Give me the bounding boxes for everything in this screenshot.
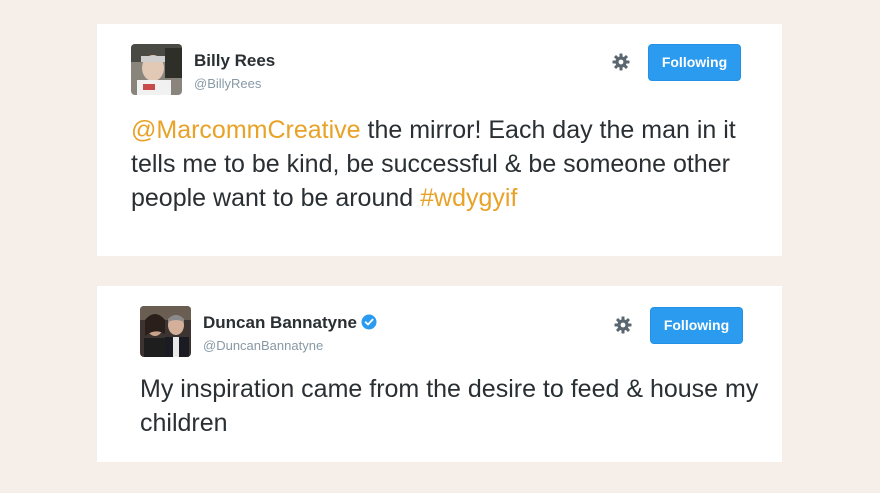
tweet-card: Duncan Bannatyne @DuncanBannatyne Follow…	[97, 286, 782, 462]
mention-link[interactable]: @MarcommCreative	[131, 116, 361, 144]
tweet-card: Billy Rees @BillyRees Following @Marcomm…	[97, 24, 782, 256]
user-display-name[interactable]: Billy Rees	[194, 51, 275, 71]
following-button[interactable]: Following	[650, 307, 743, 344]
user-handle[interactable]: @BillyRees	[194, 76, 261, 91]
user-handle[interactable]: @DuncanBannatyne	[203, 338, 323, 353]
gear-icon[interactable]	[613, 315, 633, 335]
following-button[interactable]: Following	[648, 44, 741, 81]
avatar-photo	[140, 306, 191, 357]
avatar[interactable]	[131, 44, 182, 95]
tweet-body: My inspiration came from the desire to f…	[140, 375, 759, 437]
gear-icon[interactable]	[611, 52, 631, 72]
avatar[interactable]	[140, 306, 191, 357]
tweet-text: My inspiration came from the desire to f…	[140, 372, 760, 440]
avatar-photo	[131, 44, 182, 95]
user-display-name[interactable]: Duncan Bannatyne	[203, 313, 377, 333]
user-display-name-text: Duncan Bannatyne	[203, 313, 357, 332]
verified-badge-icon	[361, 314, 377, 330]
tweet-text: @MarcommCreative the mirror! Each day th…	[131, 113, 751, 215]
hashtag-link[interactable]: #wdygyif	[420, 184, 517, 212]
